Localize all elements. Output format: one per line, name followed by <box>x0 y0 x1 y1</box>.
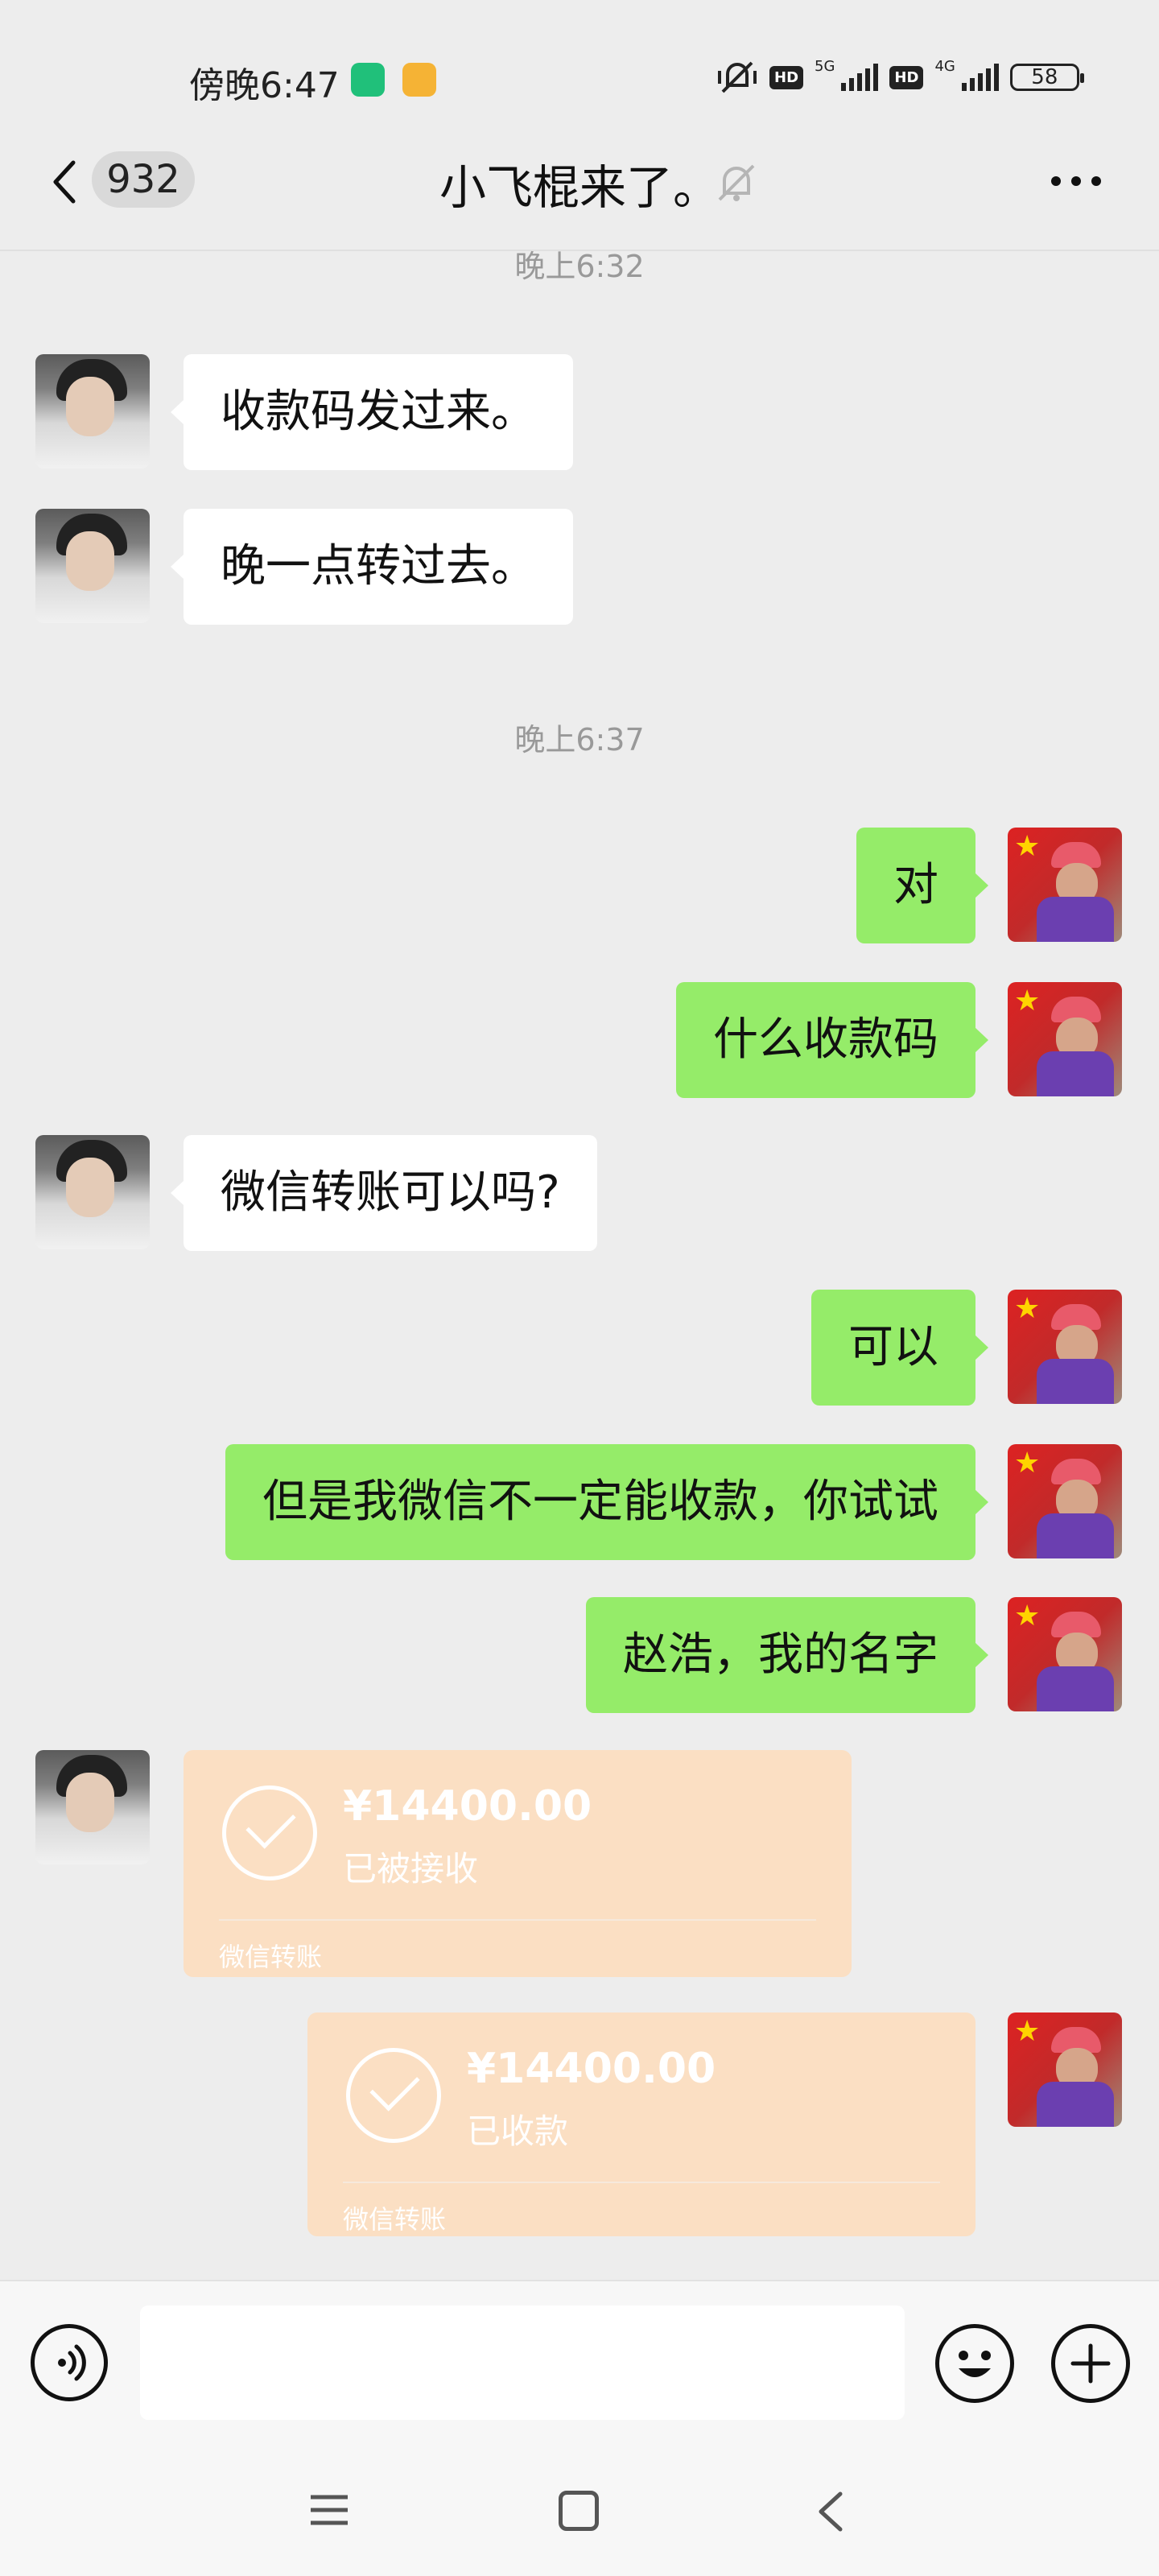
signal-icon <box>841 64 879 91</box>
notes-app-icon <box>402 63 436 97</box>
transfer-divider <box>219 1919 816 1921</box>
status-icons: HD 5G HD 4G 58 <box>716 53 1084 101</box>
avatar-self[interactable]: ★ <box>1008 1290 1122 1404</box>
emoji-icon[interactable] <box>935 2324 1014 2403</box>
transfer-source: 微信转账 <box>219 1942 323 1972</box>
hd-badge-2: HD <box>889 65 924 89</box>
network-label-1: 5G <box>815 57 835 75</box>
avatar-self[interactable]: ★ <box>1008 1444 1122 1558</box>
avatar-self[interactable]: ★ <box>1008 828 1122 942</box>
signal-icon-2 <box>961 64 999 91</box>
network-label-2: 4G <box>934 57 955 75</box>
transfer-card-left[interactable]: ¥14400.00 已被接收 微信转账 <box>184 1750 852 1977</box>
time-label: 晚上6:37 <box>514 722 645 758</box>
hd-badge: HD <box>769 65 804 89</box>
status-time: 傍晚6:47 <box>189 65 340 106</box>
transfer-divider <box>343 2182 940 2183</box>
transfer-amount: ¥14400.00 <box>343 1782 592 1831</box>
transfer-source: 微信转账 <box>343 2204 447 2235</box>
check-circle-icon <box>346 2048 441 2143</box>
nav-back-icon[interactable] <box>815 2489 847 2534</box>
battery-icon: 58 <box>1009 64 1084 91</box>
menu-icon[interactable] <box>309 2492 349 2528</box>
message-bubble-left[interactable]: 微信转账可以吗? <box>171 1135 597 1251</box>
message-bubble-right[interactable]: 对 <box>856 828 988 943</box>
avatar-self[interactable]: ★ <box>1008 1597 1122 1711</box>
avatar[interactable] <box>35 1135 150 1249</box>
avatar-self[interactable]: ★ <box>1008 982 1122 1096</box>
message-bubble-right[interactable]: 什么收款码 <box>676 982 988 1098</box>
transfer-amount: ¥14400.00 <box>467 2045 716 2093</box>
message-bubble-right[interactable]: 可以 <box>811 1290 988 1406</box>
shield-app-icon <box>351 63 385 97</box>
bell-slash-icon <box>708 155 765 211</box>
message-input[interactable] <box>140 2306 905 2420</box>
more-dots-icon[interactable] <box>1048 161 1104 201</box>
message-bubble-right[interactable]: 但是我微信不一定能收款，你试试 <box>225 1444 988 1560</box>
avatar[interactable] <box>35 509 150 623</box>
message-bubble-right[interactable]: 赵浩，我的名字 <box>586 1597 988 1713</box>
time-label: 晚上6:32 <box>514 249 645 284</box>
voice-icon[interactable] <box>31 2324 108 2401</box>
avatar-self[interactable]: ★ <box>1008 2013 1122 2127</box>
avatar[interactable] <box>35 1750 150 1864</box>
plus-icon[interactable] <box>1051 2324 1130 2403</box>
chat-title: 小飞棍来了。 <box>439 160 720 215</box>
avatar[interactable] <box>35 354 150 469</box>
transfer-status: 已收款 <box>467 2112 569 2151</box>
message-bubble-left[interactable]: 收款码发过来。 <box>171 354 573 470</box>
message-bubble-left[interactable]: 晚一点转过去。 <box>171 509 573 625</box>
transfer-card-right[interactable]: ¥14400.00 已收款 微信转账 <box>307 2013 975 2236</box>
home-square-icon[interactable] <box>559 2491 599 2531</box>
vibrate-mute-icon <box>718 61 757 93</box>
check-circle-icon <box>222 1785 317 1880</box>
transfer-status: 已被接收 <box>343 1849 479 1889</box>
